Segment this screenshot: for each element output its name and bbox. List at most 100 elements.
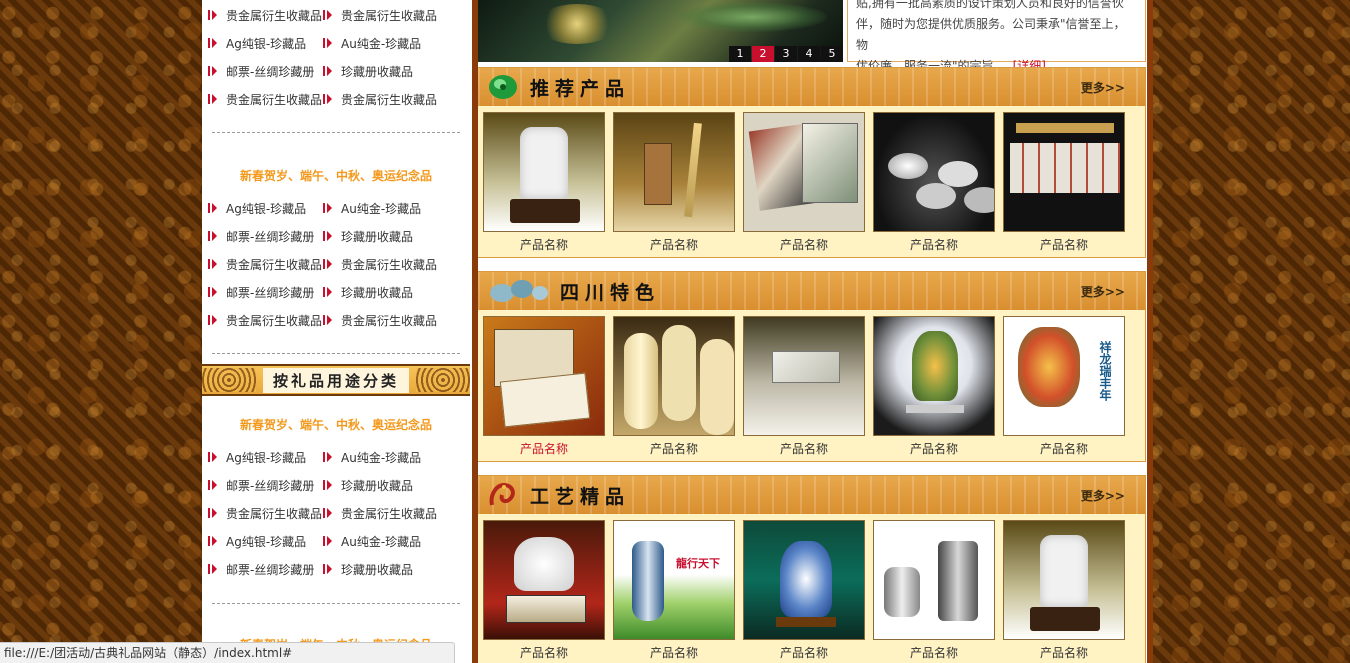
dragon-icon [489,482,515,506]
product-name[interactable]: 产品名称 [1003,236,1125,253]
divider [212,603,460,604]
product-image[interactable] [483,112,605,232]
sidebar-link[interactable]: Ag纯银-珍藏品 [208,449,327,466]
product-name[interactable]: 产品名称 [1003,644,1125,661]
product-image[interactable] [873,520,995,640]
sidebar-link[interactable]: Ag纯银-珍藏品 [208,533,327,550]
product-card[interactable]: 产品名称 [743,520,865,661]
product-card[interactable]: 产品名称 [613,112,735,253]
group-title[interactable]: 新春贺岁、端午、中秋、奥运纪念品 [202,416,470,433]
product-image[interactable] [873,112,995,232]
section-header: 工艺精品 更多>> [478,476,1145,514]
product-name[interactable]: 产品名称 [613,236,735,253]
sidebar-link[interactable]: 邮票-丝绸珍藏册 [208,284,327,301]
product-image[interactable] [1003,520,1125,640]
product-name[interactable]: 产品名称 [743,644,865,661]
sidebar-link[interactable]: Au纯金-珍藏品 [323,449,442,466]
section-recommended: 推荐产品 更多>> 产品名称 产品名称 产品名称 产品名称 产品名称 [477,67,1146,258]
product-card[interactable]: 产品名称 [483,316,605,457]
sidebar-link[interactable]: Au纯金-珍藏品 [323,200,442,217]
product-card[interactable]: 产品名称 [743,112,865,253]
product-card[interactable]: 产品名称 [613,316,735,457]
sidebar-link[interactable]: 贵金属衍生收藏品 [323,312,442,329]
sidebar-row: 贵金属衍生收藏品 贵金属衍生收藏品 [208,504,462,522]
sidebar-link[interactable]: 贵金属衍生收藏品 [208,7,327,24]
sidebar-row: 贵金属衍生收藏品 贵金属衍生收藏品 [208,311,462,329]
product-card[interactable]: 产品名称 [483,112,605,253]
sidebar-link[interactable]: 贵金属衍生收藏品 [208,256,327,273]
more-link[interactable]: 更多>> [1081,79,1125,96]
group-title[interactable]: 新春贺岁、端午、中秋、奥运纪念品 [202,167,470,184]
product-card[interactable]: 产品名称 [873,520,995,661]
sidebar-link[interactable]: Ag纯银-珍藏品 [208,35,327,52]
product-card[interactable]: 产品名称 [873,316,995,457]
product-image[interactable] [1003,112,1125,232]
pager-button[interactable]: 1 [729,46,751,62]
sidebar-link[interactable]: 珍藏册收藏品 [323,561,442,578]
sidebar-link[interactable]: 贵金属衍生收藏品 [323,7,442,24]
sidebar-link[interactable]: Au纯金-珍藏品 [323,533,442,550]
product-image[interactable] [613,316,735,436]
product-card[interactable]: 祥龙瑞丰年 产品名称 [1003,316,1125,457]
sidebar-link[interactable]: 贵金属衍生收藏品 [323,505,442,522]
product-name[interactable]: 产品名称 [1003,440,1125,457]
arrow-icon [323,259,332,269]
sidebar-link[interactable]: 邮票-丝绸珍藏册 [208,477,327,494]
product-name[interactable]: 产品名称 [483,236,605,253]
pager-button[interactable]: 3 [775,46,797,62]
product-name[interactable]: 产品名称 [873,440,995,457]
pager-button[interactable]: 5 [821,46,843,62]
sidebar-link[interactable]: Au纯金-珍藏品 [323,35,442,52]
product-list: 产品名称 产品名称 产品名称 产品名称 祥龙瑞丰年 产品名称 [483,316,1133,457]
sidebar-link[interactable]: Ag纯银-珍藏品 [208,200,327,217]
product-name[interactable]: 产品名称 [483,440,605,457]
product-card[interactable]: 产品名称 [483,520,605,661]
product-name[interactable]: 产品名称 [743,440,865,457]
product-name[interactable]: 产品名称 [743,236,865,253]
product-name[interactable]: 产品名称 [873,644,995,661]
sidebar-link[interactable]: 贵金属衍生收藏品 [208,312,327,329]
sidebar-link[interactable]: 邮票-丝绸珍藏册 [208,228,327,245]
sidebar-link[interactable]: 珍藏册收藏品 [323,228,442,245]
product-name[interactable]: 产品名称 [613,440,735,457]
arrow-icon [323,287,332,297]
more-link[interactable]: 更多>> [1081,283,1125,300]
product-name[interactable]: 产品名称 [873,236,995,253]
sidebar-row: 邮票-丝绸珍藏册 珍藏册收藏品 [208,476,462,494]
banner-slider[interactable]: 1 2 3 4 5 [477,0,843,62]
arrow-icon [208,38,217,48]
sidebar-link[interactable]: 贵金属衍生收藏品 [323,91,442,108]
pager-button-active[interactable]: 2 [752,46,774,62]
product-card[interactable]: 产品名称 [1003,112,1125,253]
product-card[interactable]: 龍行天下 产品名称 [613,520,735,661]
sidebar-row: 邮票-丝绸珍藏册 珍藏册收藏品 [208,227,462,245]
product-image[interactable]: 龍行天下 [613,520,735,640]
arrow-icon [208,94,217,104]
product-image[interactable] [613,112,735,232]
product-image[interactable] [483,316,605,436]
product-name[interactable]: 产品名称 [483,644,605,661]
sidebar-link[interactable]: 邮票-丝绸珍藏册 [208,561,327,578]
section-header: 四川特色 更多>> [478,272,1145,310]
sidebar-link[interactable]: 珍藏册收藏品 [323,477,442,494]
product-card[interactable]: 产品名称 [743,316,865,457]
sidebar-link[interactable]: 珍藏册收藏品 [323,63,442,80]
product-image[interactable] [873,316,995,436]
more-link[interactable]: 更多>> [1081,487,1125,504]
product-image[interactable]: 祥龙瑞丰年 [1003,316,1125,436]
product-card[interactable]: 产品名称 [873,112,995,253]
product-image[interactable] [743,520,865,640]
product-image[interactable] [743,316,865,436]
product-name[interactable]: 产品名称 [613,644,735,661]
sidebar-link[interactable]: 贵金属衍生收藏品 [208,505,327,522]
product-image[interactable] [743,112,865,232]
sidebar-link[interactable]: 邮票-丝绸珍藏册 [208,63,327,80]
sidebar-link[interactable]: 贵金属衍生收藏品 [323,256,442,273]
browser-status-bar: file:///E:/团活动/古典礼品网站（静态）/index.html# [0,642,455,663]
sidebar-link[interactable]: 贵金属衍生收藏品 [208,91,327,108]
product-image[interactable] [483,520,605,640]
product-card[interactable]: 产品名称 [1003,520,1125,661]
pager-button[interactable]: 4 [798,46,820,62]
arrow-icon [208,259,217,269]
sidebar-link[interactable]: 珍藏册收藏品 [323,284,442,301]
